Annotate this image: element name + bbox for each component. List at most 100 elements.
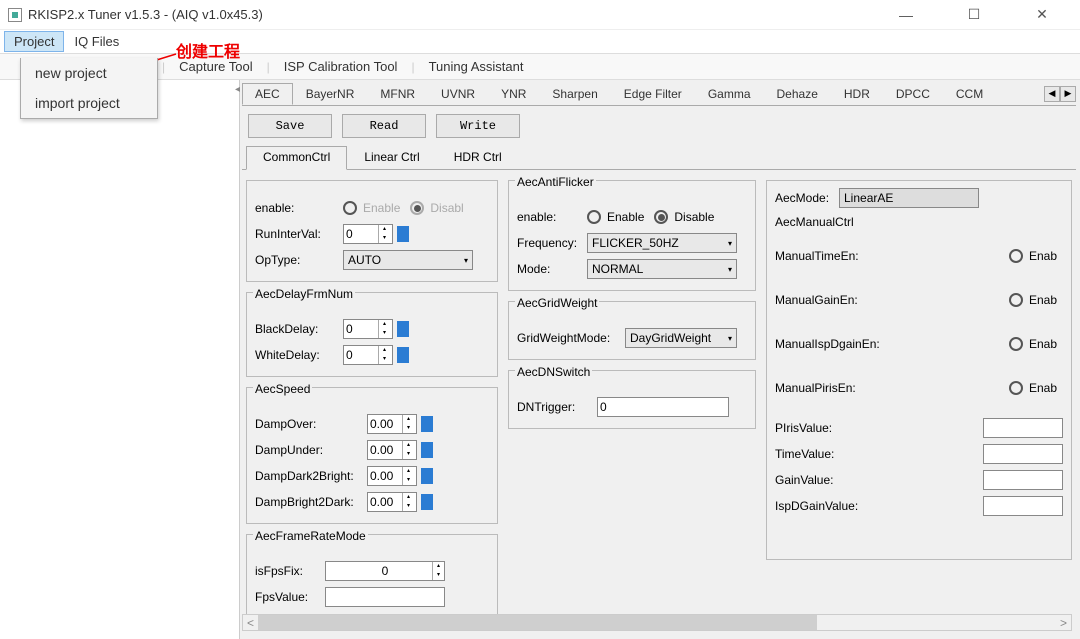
- tab-scroll-left-icon[interactable]: ◀: [1044, 86, 1060, 102]
- blackdelay-input[interactable]: 0▴▾: [343, 319, 393, 339]
- tab-dehaze[interactable]: Dehaze: [764, 83, 831, 104]
- af-freq-select[interactable]: FLICKER_50HZ▾: [587, 233, 737, 253]
- tool-tuning[interactable]: Tuning Assistant: [419, 59, 534, 74]
- subtab-hdrctrl[interactable]: HDR Ctrl: [437, 146, 519, 169]
- dampb2d-label: DampBright2Dark:: [255, 495, 363, 509]
- dampb2d-input[interactable]: 0.00▴▾: [367, 492, 417, 512]
- dampover-input[interactable]: 0.00▴▾: [367, 414, 417, 434]
- tab-bayernr[interactable]: BayerNR: [293, 83, 368, 104]
- af-mode-select[interactable]: NORMAL▾: [587, 259, 737, 279]
- manualtimeen-radio[interactable]: [1009, 249, 1023, 263]
- tab-dpcc[interactable]: DPCC: [883, 83, 943, 104]
- aecmanualctrl-title: AecManualCtrl: [775, 215, 1063, 229]
- fpsvalue-label: FpsValue:: [255, 590, 321, 604]
- af-mode-label: Mode:: [517, 262, 583, 276]
- group-antiflicker: AecAntiFlicker enable: Enable Disable Fr…: [508, 180, 756, 291]
- write-button[interactable]: Write: [436, 114, 520, 138]
- tab-ynr[interactable]: YNR: [488, 83, 539, 104]
- gridweight-label: GridWeightMode:: [517, 331, 621, 345]
- manualtimeen-label: ManualTimeEn:: [775, 249, 879, 263]
- group-aecframerate: AecFrameRateMode isFpsFix: 0▴▾ FpsValue:: [246, 534, 498, 619]
- tab-scroll-right-icon[interactable]: ▶: [1060, 86, 1076, 102]
- runinterval-input[interactable]: 0▴▾: [343, 224, 393, 244]
- indicator-icon: [421, 468, 433, 484]
- whitedelay-input[interactable]: 0▴▾: [343, 345, 393, 365]
- timevalue-input[interactable]: [983, 444, 1063, 464]
- pirisvalue-input[interactable]: [983, 418, 1063, 438]
- tab-hdr[interactable]: HDR: [831, 83, 883, 104]
- manualpirisen-label: ManualPirisEn:: [775, 381, 879, 395]
- tab-aec[interactable]: AEC: [242, 83, 293, 105]
- group-gridweight: AecGridWeight GridWeightMode: DayGridWei…: [508, 301, 756, 360]
- dampd2b-input[interactable]: 0.00▴▾: [367, 466, 417, 486]
- dampunder-label: DampUnder:: [255, 443, 363, 457]
- pirisvalue-label: PIrisValue:: [775, 421, 879, 435]
- horizontal-scrollbar[interactable]: < >: [242, 614, 1072, 631]
- aecmode-label: AecMode:: [775, 191, 835, 205]
- minimize-button[interactable]: —: [884, 0, 928, 30]
- maximize-button[interactable]: ☐: [952, 0, 996, 30]
- ispdgainvalue-input[interactable]: [983, 496, 1063, 516]
- tab-sharpen[interactable]: Sharpen: [539, 83, 610, 104]
- app-icon: [8, 8, 22, 22]
- dntrigger-label: DNTrigger:: [517, 400, 593, 414]
- dampunder-input[interactable]: 0.00▴▾: [367, 440, 417, 460]
- sidebar: ◂: [0, 80, 240, 639]
- tool-calibration[interactable]: ISP Calibration Tool: [274, 59, 408, 74]
- dampd2b-label: DampDark2Bright:: [255, 469, 363, 483]
- tabstrip: AEC BayerNR MFNR UVNR YNR Sharpen Edge F…: [242, 82, 1076, 106]
- tab-uvnr[interactable]: UVNR: [428, 83, 488, 104]
- subtabstrip: CommonCtrl Linear Ctrl HDR Ctrl: [242, 146, 1076, 170]
- gridweight-select[interactable]: DayGridWeight▾: [625, 328, 737, 348]
- menu-import-project[interactable]: import project: [21, 88, 157, 118]
- isfpsfix-input[interactable]: 0▴▾: [325, 561, 445, 581]
- indicator-icon: [397, 321, 409, 337]
- window-controls: — ☐ ✕: [884, 0, 1072, 30]
- timevalue-label: TimeValue:: [775, 447, 879, 461]
- optype-select[interactable]: AUTO▾: [343, 250, 473, 270]
- aecmode-select[interactable]: LinearAE: [839, 188, 979, 208]
- tool-capture[interactable]: Capture Tool: [169, 59, 262, 74]
- af-enable-radio[interactable]: [587, 210, 601, 224]
- optype-label: OpType:: [255, 253, 339, 267]
- project-dropdown: new project import project: [20, 58, 158, 119]
- gainvalue-input[interactable]: [983, 470, 1063, 490]
- tab-edgefilter[interactable]: Edge Filter: [611, 83, 695, 104]
- scroll-right-icon[interactable]: >: [1056, 616, 1071, 630]
- toolbar: | Capture Tool | ISP Calibration Tool | …: [0, 54, 1080, 80]
- close-button[interactable]: ✕: [1020, 0, 1064, 30]
- manualispdgainen-radio[interactable]: [1009, 337, 1023, 351]
- gainvalue-label: GainValue:: [775, 473, 879, 487]
- menu-new-project[interactable]: new project: [21, 58, 157, 88]
- runinterval-label: RunInterVal:: [255, 227, 339, 241]
- scroll-left-icon[interactable]: <: [243, 616, 258, 630]
- subtab-commonctrl[interactable]: CommonCtrl: [246, 146, 347, 170]
- tab-ccm[interactable]: CCM: [943, 83, 996, 104]
- indicator-icon: [421, 442, 433, 458]
- disable-radio[interactable]: [410, 201, 424, 215]
- indicator-icon: [421, 494, 433, 510]
- enable-label: enable:: [255, 201, 339, 215]
- manualgainen-label: ManualGainEn:: [775, 293, 879, 307]
- menu-project[interactable]: Project: [4, 31, 64, 52]
- whitedelay-label: WhiteDelay:: [255, 348, 339, 362]
- subtab-linearctrl[interactable]: Linear Ctrl: [347, 146, 436, 169]
- manualpirisen-radio[interactable]: [1009, 381, 1023, 395]
- enable-radio[interactable]: [343, 201, 357, 215]
- af-disable-radio[interactable]: [654, 210, 668, 224]
- indicator-icon: [421, 416, 433, 432]
- menu-iqfiles[interactable]: IQ Files: [64, 31, 129, 52]
- save-button[interactable]: Save: [248, 114, 332, 138]
- group-basic: enable: Enable Disabl RunInterVal: 0▴▾ O…: [246, 180, 498, 282]
- fpsvalue-input[interactable]: [325, 587, 445, 607]
- manualgainen-radio[interactable]: [1009, 293, 1023, 307]
- manualispdgainen-label: ManualIspDgainEn:: [775, 337, 903, 351]
- tab-mfnr[interactable]: MFNR: [367, 83, 428, 104]
- tab-gamma[interactable]: Gamma: [695, 83, 764, 104]
- read-button[interactable]: Read: [342, 114, 426, 138]
- dampover-label: DampOver:: [255, 417, 363, 431]
- ispdgainvalue-label: IspDGainValue:: [775, 499, 879, 513]
- dntrigger-input[interactable]: 0: [597, 397, 729, 417]
- indicator-icon: [397, 347, 409, 363]
- titlebar: RKISP2.x Tuner v1.5.3 - (AIQ v1.0x45.3) …: [0, 0, 1080, 30]
